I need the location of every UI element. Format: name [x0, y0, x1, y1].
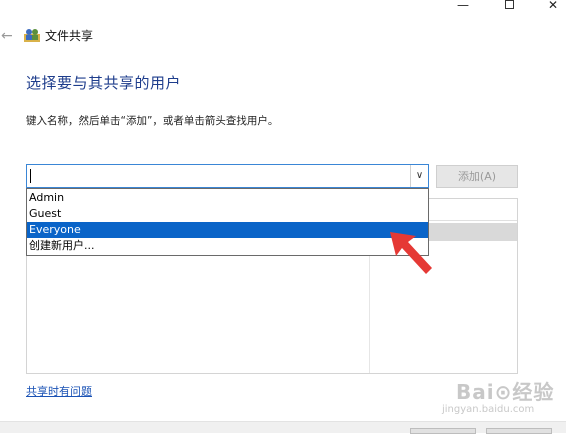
text-caret [30, 169, 31, 183]
user-name-input[interactable] [29, 167, 399, 185]
dropdown-option-guest[interactable]: Guest [27, 206, 428, 222]
maximize-button[interactable] [494, 0, 524, 14]
dropdown-option-create-new-user[interactable]: 创建新用户... [27, 238, 428, 254]
close-button[interactable]: ✕ [538, 0, 566, 14]
user-name-combobox[interactable]: ∨ [26, 164, 429, 188]
minimize-button[interactable]: — [448, 0, 478, 14]
users-share-icon [24, 29, 40, 42]
instruction-text: 键入名称，然后单击“添加”，或者单击箭头查找用户。 [26, 115, 279, 127]
maximize-icon [504, 0, 514, 9]
annotation-arrow-icon [390, 232, 432, 274]
dropdown-option-admin[interactable]: Admin [27, 190, 428, 206]
baidu-watermark: Bai⊙经验 jingyan.baidu.com [428, 370, 564, 422]
user-dropdown[interactable]: Admin Guest Everyone 创建新用户... [26, 188, 429, 256]
watermark-text: Bai⊙经验 [456, 380, 555, 404]
share-button[interactable] [410, 428, 476, 434]
dropdown-option-everyone[interactable]: Everyone [27, 222, 428, 238]
sharing-help-link[interactable]: 共享时有问题 [26, 383, 92, 399]
watermark-subtext: jingyan.baidu.com [442, 404, 535, 415]
page-heading: 选择要与其共享的用户 [26, 74, 182, 92]
title-bar: — ✕ [0, 0, 566, 24]
cancel-button[interactable] [486, 428, 552, 434]
bottom-bar [0, 421, 566, 433]
back-arrow-icon[interactable]: ← [1, 28, 13, 44]
window-title: 文件共享 [45, 29, 94, 43]
chevron-down-icon[interactable]: ∨ [410, 165, 428, 187]
add-button[interactable]: 添加(A) [436, 165, 518, 188]
